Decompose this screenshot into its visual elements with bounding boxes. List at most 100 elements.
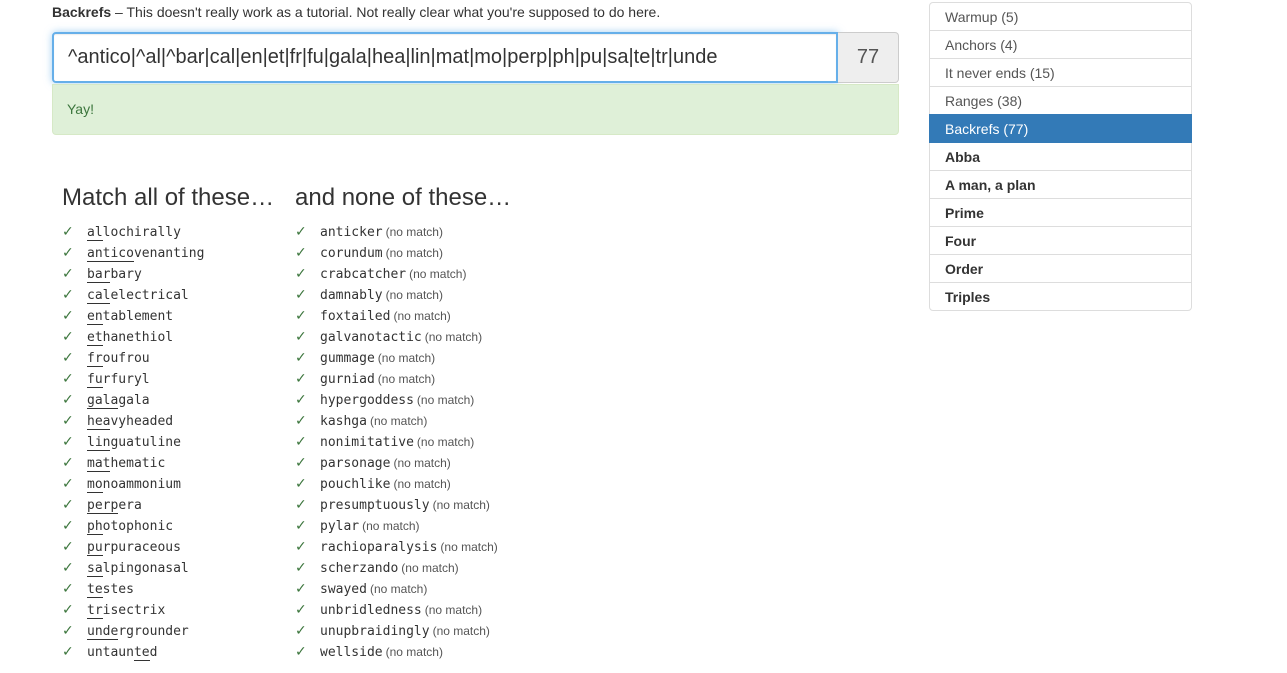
word-rest: tablement <box>102 309 174 324</box>
nav-item-triples[interactable]: Triples <box>929 282 1192 311</box>
nonmatch-word: corundum <box>320 246 383 261</box>
match-item: ✓ mathematic <box>62 452 274 473</box>
match-item: ✓ linguatuline <box>62 431 274 452</box>
matched-part: perp <box>87 498 119 514</box>
matched-part: en <box>87 309 103 325</box>
nav-item-order[interactable]: Order <box>929 254 1192 283</box>
nonmatch-item: ✓ gummage (no match) <box>295 347 511 368</box>
matched-part: ph <box>87 519 103 535</box>
matched-part: et <box>87 330 103 346</box>
match-item: ✓ entablement <box>62 305 274 326</box>
level-description-text: This doesn't really work as a tutorial. … <box>126 4 661 20</box>
nonmatch-word: wellside <box>320 645 383 660</box>
no-match-label: (no match) <box>393 477 451 491</box>
success-alert: Yay! <box>52 84 899 135</box>
regex-input[interactable] <box>52 32 838 83</box>
word-rest: rgrounder <box>118 624 189 639</box>
check-icon: ✓ <box>295 244 307 260</box>
match-word: allochirally <box>87 225 181 241</box>
matched-part: cal <box>87 288 111 304</box>
match-word: trisectrix <box>87 603 165 619</box>
check-icon: ✓ <box>295 328 307 344</box>
check-icon: ✓ <box>62 454 74 470</box>
check-icon: ✓ <box>62 244 74 260</box>
nonmatch-word: damnably <box>320 288 383 303</box>
nonmatch-word: foxtailed <box>320 309 391 324</box>
nav-item-backrefs[interactable]: Backrefs (77) <box>929 114 1192 143</box>
no-match-label: (no match) <box>424 603 483 617</box>
match-word: purpuraceous <box>87 540 181 556</box>
match-heading: Match all of these… <box>62 184 275 211</box>
nonmatch-list: ✓ anticker (no match) ✓ corundum (no match) ✓ c… <box>295 221 511 662</box>
level-title: Backrefs <box>52 4 112 20</box>
nav-item-warmup[interactable]: Warmup (5) <box>929 2 1192 31</box>
word-rest: otophonic <box>102 519 174 534</box>
nonmatch-item: ✓ swayed (no match) <box>295 578 511 599</box>
check-icon: ✓ <box>295 559 307 575</box>
word-rest: venanting <box>133 246 205 261</box>
check-icon: ✓ <box>295 433 307 449</box>
nonmatch-word: anticker <box>320 225 383 240</box>
nonmatch-item: ✓ corundum (no match) <box>295 242 511 263</box>
no-match-label: (no match) <box>432 624 490 638</box>
match-item: ✓ barbary <box>62 263 274 284</box>
match-word: barbary <box>87 267 142 283</box>
check-icon: ✓ <box>62 517 74 533</box>
check-icon: ✓ <box>62 622 74 638</box>
no-match-label: (no match) <box>409 267 467 281</box>
nav-item-anchors[interactable]: Anchors (4) <box>929 30 1192 59</box>
nav-item-ranges[interactable]: Ranges (38) <box>929 86 1192 115</box>
check-icon: ✓ <box>295 517 307 533</box>
match-item: ✓ ethanethiol <box>62 326 274 347</box>
matched-part: mat <box>87 456 111 472</box>
nonmatch-word: scherzando <box>320 561 399 576</box>
match-list: ✓ allochirally ✓ anticovenanting ✓ barbary ✓ ca… <box>62 221 274 662</box>
nonmatch-item: ✓ presumptuously (no match) <box>295 494 511 515</box>
nonmatch-item: ✓ pouchlike (no match) <box>295 473 511 494</box>
nav-item-four[interactable]: Four <box>929 226 1192 255</box>
no-match-label: (no match) <box>369 582 428 596</box>
match-item: ✓ purpuraceous <box>62 536 274 557</box>
matched-part: bar <box>87 267 111 283</box>
nonmatch-word: galvanotactic <box>320 330 422 345</box>
nonmatch-word: parsonage <box>320 456 391 471</box>
nonmatch-item: ✓ pylar (no match) <box>295 515 511 536</box>
matched-part: sa <box>87 561 103 577</box>
check-icon: ✓ <box>295 622 307 638</box>
word-rest: lochirally <box>102 225 181 240</box>
word-rest: vyheaded <box>110 414 174 429</box>
nav-item-abba[interactable]: Abba <box>929 142 1192 171</box>
word-rest: hanethiol <box>102 330 174 345</box>
check-icon: ✓ <box>295 286 307 302</box>
match-item: ✓ calelectrical <box>62 284 274 305</box>
word-rest: hematic <box>110 456 166 471</box>
nonmatch-word: gummage <box>320 351 375 366</box>
nonmatch-word: hypergoddess <box>320 393 414 408</box>
nav-item-prime[interactable]: Prime <box>929 198 1192 227</box>
match-item: ✓ salpingonasal <box>62 557 274 578</box>
no-match-label: (no match) <box>416 393 475 407</box>
match-item: ✓ froufrou <box>62 347 274 368</box>
nonmatch-item: ✓ rachioparalysis (no match) <box>295 536 511 557</box>
match-word: testes <box>87 582 134 598</box>
nav-item-it-never-ends[interactable]: It never ends (15) <box>929 58 1192 87</box>
nonmatch-item: ✓ crabcatcher (no match) <box>295 263 511 284</box>
check-icon: ✓ <box>295 265 307 281</box>
no-match-label: (no match) <box>369 414 428 428</box>
no-match-label: (no match) <box>362 519 420 533</box>
nonmatch-item: ✓ kashga (no match) <box>295 410 511 431</box>
word-rest: isectrix <box>102 603 166 618</box>
nav-item-a-man-a-plan[interactable]: A man, a plan <box>929 170 1192 199</box>
match-column: Match all of these… ✓ allochirally ✓ antico… <box>62 184 274 662</box>
matched-part: mo <box>87 477 103 493</box>
match-word: entablement <box>87 309 173 325</box>
match-word: heavyheaded <box>87 414 173 430</box>
match-word: perpera <box>87 498 142 514</box>
match-word: calelectrical <box>87 288 189 304</box>
matched-part: fu <box>87 372 103 388</box>
nonmatch-word: crabcatcher <box>320 267 407 282</box>
no-match-label: (no match) <box>393 456 451 470</box>
matched-part: pu <box>87 540 103 556</box>
word-rest: gala <box>118 393 150 408</box>
nonmatch-item: ✓ gurniad (no match) <box>295 368 511 389</box>
